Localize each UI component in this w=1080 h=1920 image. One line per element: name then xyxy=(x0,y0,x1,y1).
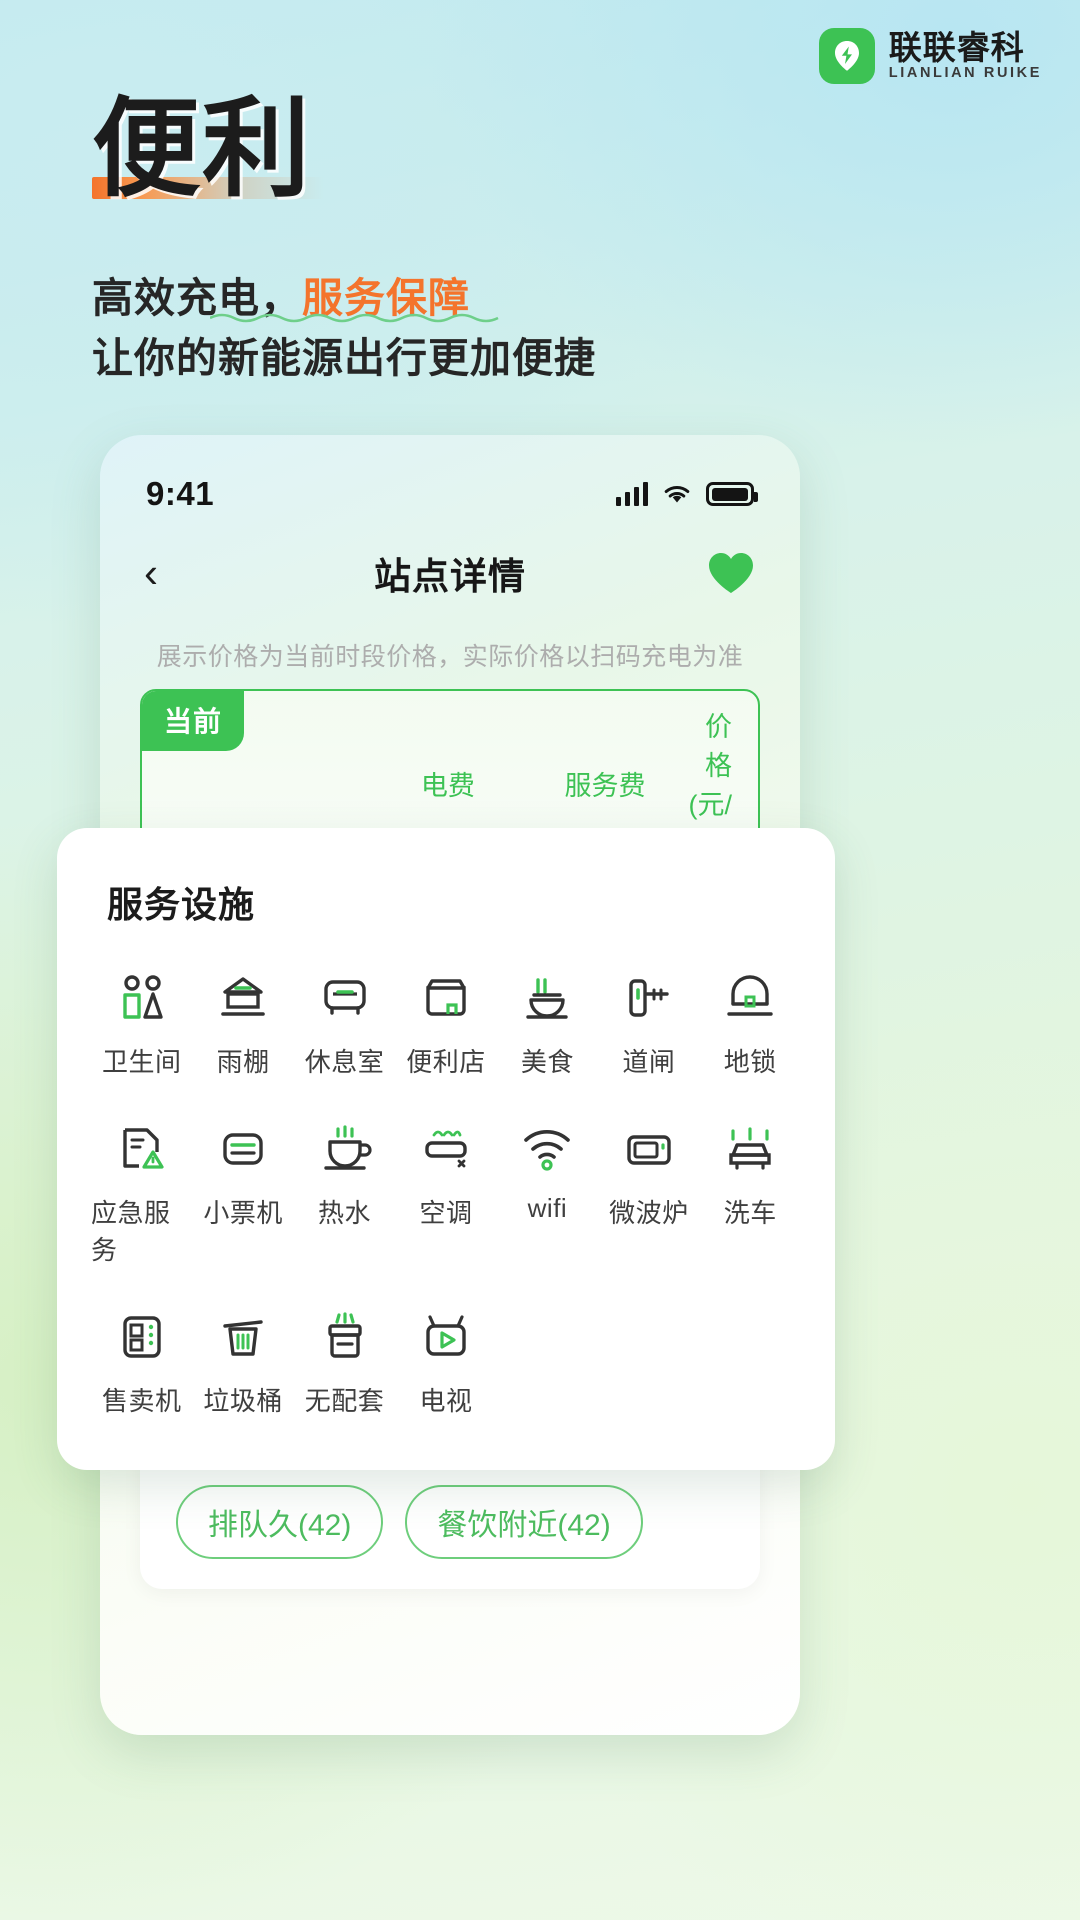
car-wash-icon xyxy=(721,1117,779,1179)
current-period-badge: 当前 xyxy=(142,691,245,751)
facility-label: 售卖机 xyxy=(101,1386,182,1416)
status-icon-group xyxy=(615,482,758,506)
emergency-service-icon xyxy=(113,1117,171,1179)
facility-receipt-printer[interactable]: 小票机 xyxy=(192,1105,293,1277)
facility-air-conditioner[interactable]: 空调 xyxy=(395,1105,496,1277)
facility-lounge[interactable]: 休息室 xyxy=(294,954,395,1089)
nav-title: 站点详情 xyxy=(374,556,526,597)
app-navbar: ‹ 站点详情 xyxy=(100,527,800,619)
hero-subtitle-line2-wrap: 让你的新能源出行更加便捷 xyxy=(92,313,596,384)
facility-food[interactable]: 美食 xyxy=(497,954,598,1089)
facility-hot-water[interactable]: 热水 xyxy=(294,1105,395,1277)
wifi-icon xyxy=(664,486,690,503)
brand-logo: 联联睿科 LIANLIAN RUIKE xyxy=(818,28,1042,84)
facility-wifi[interactable]: wifi xyxy=(497,1105,598,1277)
facility-label: 卫生间 xyxy=(101,1047,182,1077)
facility-microwave[interactable]: 微波炉 xyxy=(598,1105,699,1277)
signal-bars-icon xyxy=(615,482,648,506)
facility-television[interactable]: 电视 xyxy=(395,1293,496,1428)
facility-label: 无配套 xyxy=(304,1386,385,1416)
page-title: 便利 xyxy=(92,88,313,209)
brand-name-en: LIANLIAN RUIKE xyxy=(888,65,1042,82)
hot-water-icon xyxy=(316,1117,374,1179)
wifi-icon xyxy=(518,1117,576,1179)
brand-name-cn: 联联睿科 xyxy=(888,29,1025,67)
charging-pin-bolt-icon xyxy=(818,28,875,84)
ground-lock-icon xyxy=(721,966,779,1028)
price-notice: 展示价格为当前时段价格，实际价格以扫码充电为准 xyxy=(156,643,744,671)
facility-label: 热水 xyxy=(318,1198,372,1228)
facility-label: 道闸 xyxy=(622,1047,676,1077)
battery-full-icon xyxy=(706,482,758,506)
facility-label: 美食 xyxy=(520,1047,574,1077)
facilities-title: 服务设施 xyxy=(107,884,256,925)
facility-car-wash[interactable]: 洗车 xyxy=(700,1105,801,1277)
trash-bin-icon xyxy=(214,1305,272,1367)
television-icon xyxy=(417,1305,475,1367)
facility-label: 休息室 xyxy=(304,1047,385,1077)
barrier-gate-icon xyxy=(620,966,678,1028)
wavy-underline-icon xyxy=(210,313,499,323)
vending-machine-icon xyxy=(113,1305,171,1367)
restroom-icon xyxy=(113,966,171,1028)
facility-restroom[interactable]: 卫生间 xyxy=(91,954,192,1089)
hero-subtitle-line2: 让你的新能源出行更加便捷 xyxy=(92,335,596,381)
facility-label: 雨棚 xyxy=(216,1047,270,1077)
comment-tag[interactable]: 排队久(42) xyxy=(176,1485,384,1559)
price-header-service: 服务费 xyxy=(564,770,646,801)
facility-label: 电视 xyxy=(419,1386,473,1416)
facility-label: 地锁 xyxy=(723,1047,777,1077)
facility-canopy[interactable]: 雨棚 xyxy=(192,954,293,1089)
status-time: 9:41 xyxy=(146,475,215,512)
facility-label: 应急服务 xyxy=(91,1198,171,1265)
receipt-printer-icon xyxy=(214,1117,272,1179)
facility-label: 小票机 xyxy=(203,1198,283,1228)
food-icon xyxy=(518,966,576,1028)
facility-label: 垃圾桶 xyxy=(203,1386,283,1416)
facility-label: 空调 xyxy=(419,1198,473,1228)
facilities-grid: 卫生间 雨棚 休息室 便利店 美食 道闸 地锁 应急服务 小票机 热水 空调 w… xyxy=(91,954,801,1428)
facility-label: 便利店 xyxy=(406,1047,486,1077)
facility-barrier-gate[interactable]: 道闸 xyxy=(598,954,699,1089)
microwave-icon xyxy=(620,1117,678,1179)
facility-ground-lock[interactable]: 地锁 xyxy=(700,954,801,1089)
hero-headline-wrap: 便利 xyxy=(92,88,324,209)
facility-emergency-service[interactable]: 应急服务 xyxy=(91,1105,192,1277)
service-facilities-panel: 服务设施 卫生间 雨棚 休息室 便利店 美食 道闸 地锁 应急服务 小票机 热水… xyxy=(57,828,835,1470)
facility-label: 微波炉 xyxy=(609,1198,689,1228)
price-header-electric: 电费 xyxy=(420,770,475,801)
convenience-store-icon xyxy=(417,966,475,1028)
status-bar: 9:41 xyxy=(100,435,800,527)
facility-trash-bin[interactable]: 垃圾桶 xyxy=(192,1293,293,1428)
air-conditioner-icon xyxy=(417,1117,475,1179)
comment-tag[interactable]: 餐饮附近(42) xyxy=(405,1485,643,1559)
facility-convenience-store[interactable]: 便利店 xyxy=(395,954,496,1089)
facility-vending-machine[interactable]: 售卖机 xyxy=(91,1293,192,1428)
facility-label: wifi xyxy=(527,1193,568,1223)
sofa-lounge-icon xyxy=(316,966,374,1028)
facility-no-amenity[interactable]: 无配套 xyxy=(294,1293,395,1428)
canopy-icon xyxy=(214,966,272,1028)
no-amenity-icon xyxy=(316,1305,374,1367)
facility-label: 洗车 xyxy=(723,1198,777,1228)
